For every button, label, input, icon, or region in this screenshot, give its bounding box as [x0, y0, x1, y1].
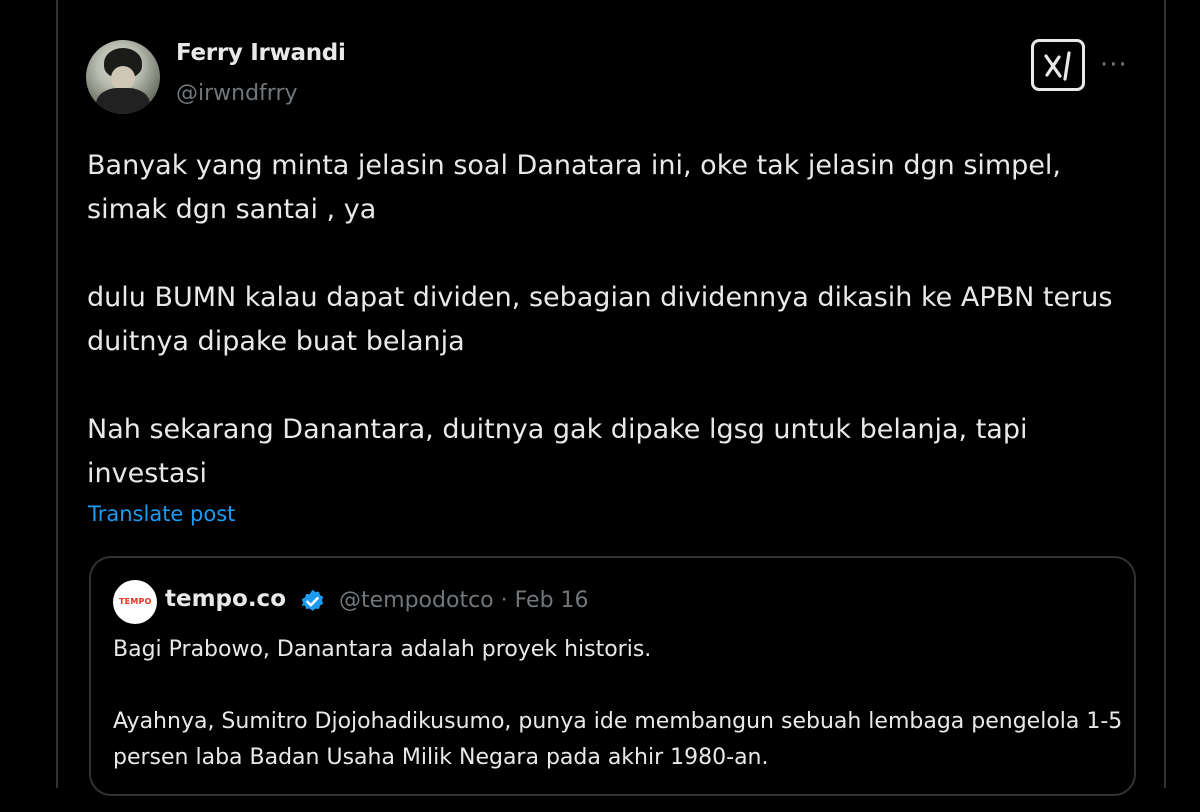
- quoted-author-avatar[interactable]: TEMPO: [113, 580, 157, 624]
- quoted-post-meta[interactable]: @tempodotco · Feb 16: [339, 588, 589, 613]
- author-display-name[interactable]: Ferry Irwandi: [176, 40, 346, 66]
- author-avatar[interactable]: [86, 40, 160, 114]
- grok-button[interactable]: [1031, 39, 1085, 91]
- grok-icon: [1044, 51, 1071, 81]
- post-text: Banyak yang minta jelasin soal Danatara …: [87, 144, 1147, 496]
- more-options-button[interactable]: ···: [1100, 50, 1128, 80]
- post-paragraph: Banyak yang minta jelasin soal Danatara …: [87, 150, 1062, 225]
- verified-badge-icon: [301, 589, 324, 611]
- quoted-paragraph: Ayahnya, Sumitro Djojohadikusumo, punya …: [113, 709, 1123, 770]
- quoted-post[interactable]: TEMPO tempo.co @tempodotco · Feb 16 Bagi…: [89, 556, 1136, 796]
- quoted-paragraph: Bagi Prabowo, Danantara adalah proyek hi…: [113, 637, 652, 662]
- quoted-post-text: Bagi Prabowo, Danantara adalah proyek hi…: [113, 632, 1123, 812]
- quoted-author-name[interactable]: tempo.co: [165, 586, 286, 612]
- post-paragraph: Nah sekarang Danantara, duitnya gak dipa…: [87, 414, 1028, 489]
- tempo-logo-text: TEMPO: [119, 597, 152, 606]
- avatar-face: [111, 66, 135, 90]
- translate-post-link[interactable]: Translate post: [88, 502, 235, 526]
- avatar-body: [96, 88, 150, 114]
- author-handle[interactable]: @irwndfrry: [176, 81, 298, 106]
- post-paragraph: dulu BUMN kalau dapat dividen, sebagian …: [87, 282, 1113, 357]
